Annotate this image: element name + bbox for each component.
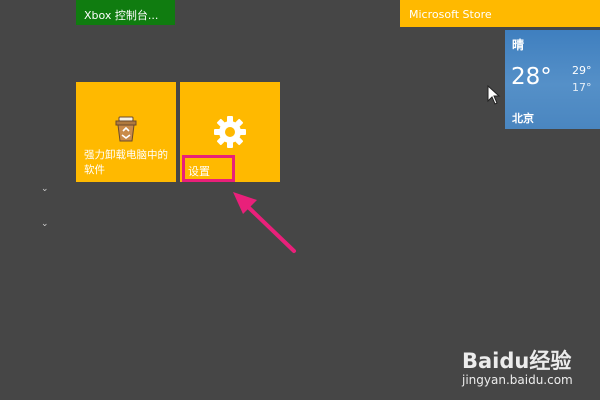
baidu-jingyan-watermark: Baidu经验 [462,349,572,373]
annotation-arrow [233,192,296,253]
watermark-url: jingyan.baidu.com [462,373,573,387]
